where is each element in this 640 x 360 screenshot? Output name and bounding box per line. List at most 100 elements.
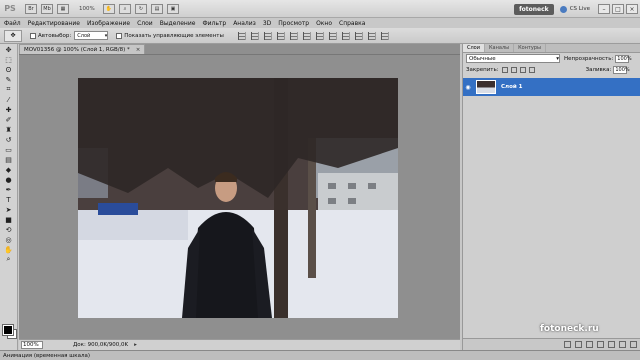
eraser-tool-icon[interactable]: ▭ bbox=[3, 145, 15, 154]
align-right-icon[interactable] bbox=[302, 31, 311, 40]
blur-tool-icon[interactable]: ◆ bbox=[3, 165, 15, 174]
panel-tabs: Слои Каналы Контуры bbox=[463, 44, 640, 53]
move-tool-icon[interactable]: ✥ bbox=[3, 45, 15, 54]
tab-layers[interactable]: Слои bbox=[463, 44, 485, 52]
view-extras-icon[interactable]: ▦ bbox=[57, 3, 69, 14]
distribute-left-icon[interactable] bbox=[354, 31, 363, 40]
distribute-top-icon[interactable] bbox=[315, 31, 324, 40]
fill-field[interactable]: 100% bbox=[613, 65, 630, 74]
zoom-tool-icon[interactable]: ⌕ bbox=[3, 255, 15, 264]
zoom-icon[interactable]: ⌕ bbox=[119, 3, 131, 14]
healing-brush-tool-icon[interactable]: ✚ bbox=[3, 105, 15, 114]
tab-channels[interactable]: Каналы bbox=[485, 44, 515, 52]
options-bar: ✥ Автовыбор: Слой ▾ Показать управляющие… bbox=[0, 28, 640, 44]
align-hcenter-icon[interactable] bbox=[289, 31, 298, 40]
menu-select[interactable]: Выделение bbox=[160, 20, 196, 27]
menu-layers[interactable]: Слои bbox=[137, 20, 153, 27]
document-info[interactable]: Док: 900,0K/900,0K bbox=[73, 342, 128, 348]
history-brush-tool-icon[interactable]: ↺ bbox=[3, 135, 15, 144]
distribute-hcenter-icon[interactable] bbox=[367, 31, 376, 40]
autoselect-option[interactable]: Автовыбор: Слой ▾ bbox=[30, 31, 109, 40]
distribute-vcenter-icon[interactable] bbox=[328, 31, 337, 40]
new-layer-icon[interactable] bbox=[619, 341, 626, 348]
distribute-right-icon[interactable] bbox=[380, 31, 389, 40]
align-left-icon[interactable] bbox=[276, 31, 285, 40]
menu-analysis[interactable]: Анализ bbox=[233, 20, 256, 27]
screen-mode-icon[interactable]: ▣ bbox=[167, 3, 179, 14]
tab-paths[interactable]: Контуры bbox=[514, 44, 546, 52]
lock-all-icon[interactable] bbox=[528, 66, 535, 73]
menu-window[interactable]: Окно bbox=[316, 20, 332, 27]
dodge-tool-icon[interactable]: ● bbox=[3, 175, 15, 184]
workspace-button[interactable]: fotoneck bbox=[514, 3, 554, 15]
menu-edit[interactable]: Редактирование bbox=[28, 20, 80, 27]
quick-select-tool-icon[interactable]: ✎ bbox=[3, 75, 15, 84]
adjustment-layer-icon[interactable] bbox=[597, 341, 604, 348]
autoselect-select[interactable]: Слой ▾ bbox=[74, 31, 109, 40]
image-canvas[interactable] bbox=[78, 78, 398, 318]
eyedropper-tool-icon[interactable]: ⁄ bbox=[3, 95, 15, 104]
restore-button[interactable]: □ bbox=[612, 4, 624, 14]
foreground-color-swatch[interactable] bbox=[2, 324, 14, 336]
autoselect-checkbox[interactable] bbox=[30, 32, 36, 39]
brush-tool-icon[interactable]: ✐ bbox=[3, 115, 15, 124]
blend-mode-select[interactable]: Обычные ▾ bbox=[466, 54, 560, 63]
type-tool-icon[interactable]: T bbox=[3, 195, 15, 204]
show-controls-label: Показать управляющие элементы bbox=[124, 32, 224, 39]
status-menu-icon[interactable]: ▸ bbox=[134, 342, 137, 348]
panel-bottom-bar bbox=[463, 338, 640, 350]
clone-stamp-tool-icon[interactable]: ♜ bbox=[3, 125, 15, 134]
autoselect-value: Слой bbox=[77, 32, 91, 39]
hand-icon[interactable]: ✋ bbox=[103, 3, 115, 14]
link-layers-icon[interactable] bbox=[564, 341, 571, 348]
lasso-tool-icon[interactable]: ʘ bbox=[3, 65, 15, 74]
menu-view[interactable]: Просмотр bbox=[278, 20, 309, 27]
show-controls-option[interactable]: Показать управляющие элементы bbox=[116, 32, 224, 39]
menu-image[interactable]: Изображение bbox=[87, 20, 130, 27]
show-controls-checkbox[interactable] bbox=[116, 32, 123, 39]
marquee-tool-icon[interactable]: ⬚ bbox=[3, 55, 15, 64]
animation-timeline-bar[interactable]: Анимация (временная шкала) bbox=[0, 350, 640, 360]
path-selection-tool-icon[interactable]: ➤ bbox=[3, 205, 15, 214]
lock-position-icon[interactable] bbox=[519, 66, 526, 73]
crop-tool-icon[interactable]: ⌗ bbox=[3, 85, 15, 94]
opacity-field[interactable]: 100% bbox=[615, 54, 632, 63]
zoom-field[interactable]: 100% bbox=[21, 341, 43, 349]
menu-bar: Файл Редактирование Изображение Слои Выд… bbox=[4, 19, 372, 28]
document-tab[interactable]: MOV01356 @ 100% (Слой 1, RGB/8) * × bbox=[19, 44, 146, 54]
document-close-icon[interactable]: × bbox=[136, 47, 141, 53]
move-tool-preset-icon[interactable]: ✥ bbox=[4, 29, 22, 42]
rotate-view-icon[interactable]: ↻ bbox=[135, 3, 147, 14]
3d-rotate-tool-icon[interactable]: ⟲ bbox=[3, 225, 15, 234]
menu-help[interactable]: Справка bbox=[339, 20, 365, 27]
arrange-documents-icon[interactable]: ▤ bbox=[151, 3, 163, 14]
menu-filter[interactable]: Фильтр bbox=[202, 20, 226, 27]
blend-row: Обычные ▾ Непрозрачность: 100% bbox=[463, 53, 640, 64]
lock-transparent-icon[interactable] bbox=[501, 66, 508, 73]
layer-name[interactable]: Слой 1 bbox=[501, 84, 522, 90]
layer-mask-icon[interactable] bbox=[586, 341, 593, 348]
close-button[interactable]: × bbox=[626, 4, 638, 14]
align-top-icon[interactable] bbox=[237, 31, 246, 40]
menu-file[interactable]: Файл bbox=[4, 20, 21, 27]
3d-orbit-tool-icon[interactable]: ◎ bbox=[3, 235, 15, 244]
align-bottom-icon[interactable] bbox=[263, 31, 272, 40]
eye-icon[interactable]: ◉ bbox=[463, 84, 473, 91]
align-vcenter-icon[interactable] bbox=[250, 31, 259, 40]
hand-tool-icon[interactable]: ✋ bbox=[3, 245, 15, 254]
lock-image-icon[interactable] bbox=[510, 66, 517, 73]
layer-style-icon[interactable] bbox=[575, 341, 582, 348]
gradient-tool-icon[interactable]: ▤ bbox=[3, 155, 15, 164]
shape-tool-icon[interactable]: ■ bbox=[3, 215, 15, 224]
minibridge-icon[interactable]: Mb bbox=[41, 3, 53, 14]
menu-3d[interactable]: 3D bbox=[263, 20, 271, 27]
zoom-level[interactable]: 100% bbox=[79, 6, 103, 12]
bridge-icon[interactable]: Br bbox=[25, 3, 37, 14]
new-group-icon[interactable] bbox=[608, 341, 615, 348]
pen-tool-icon[interactable]: ✒ bbox=[3, 185, 15, 194]
cs-live-button[interactable]: CS Live bbox=[559, 5, 590, 13]
layer-row[interactable]: ◉ Слой 1 bbox=[463, 78, 640, 96]
distribute-bottom-icon[interactable] bbox=[341, 31, 350, 40]
minimize-button[interactable]: – bbox=[598, 4, 610, 14]
delete-layer-icon[interactable] bbox=[630, 341, 637, 348]
